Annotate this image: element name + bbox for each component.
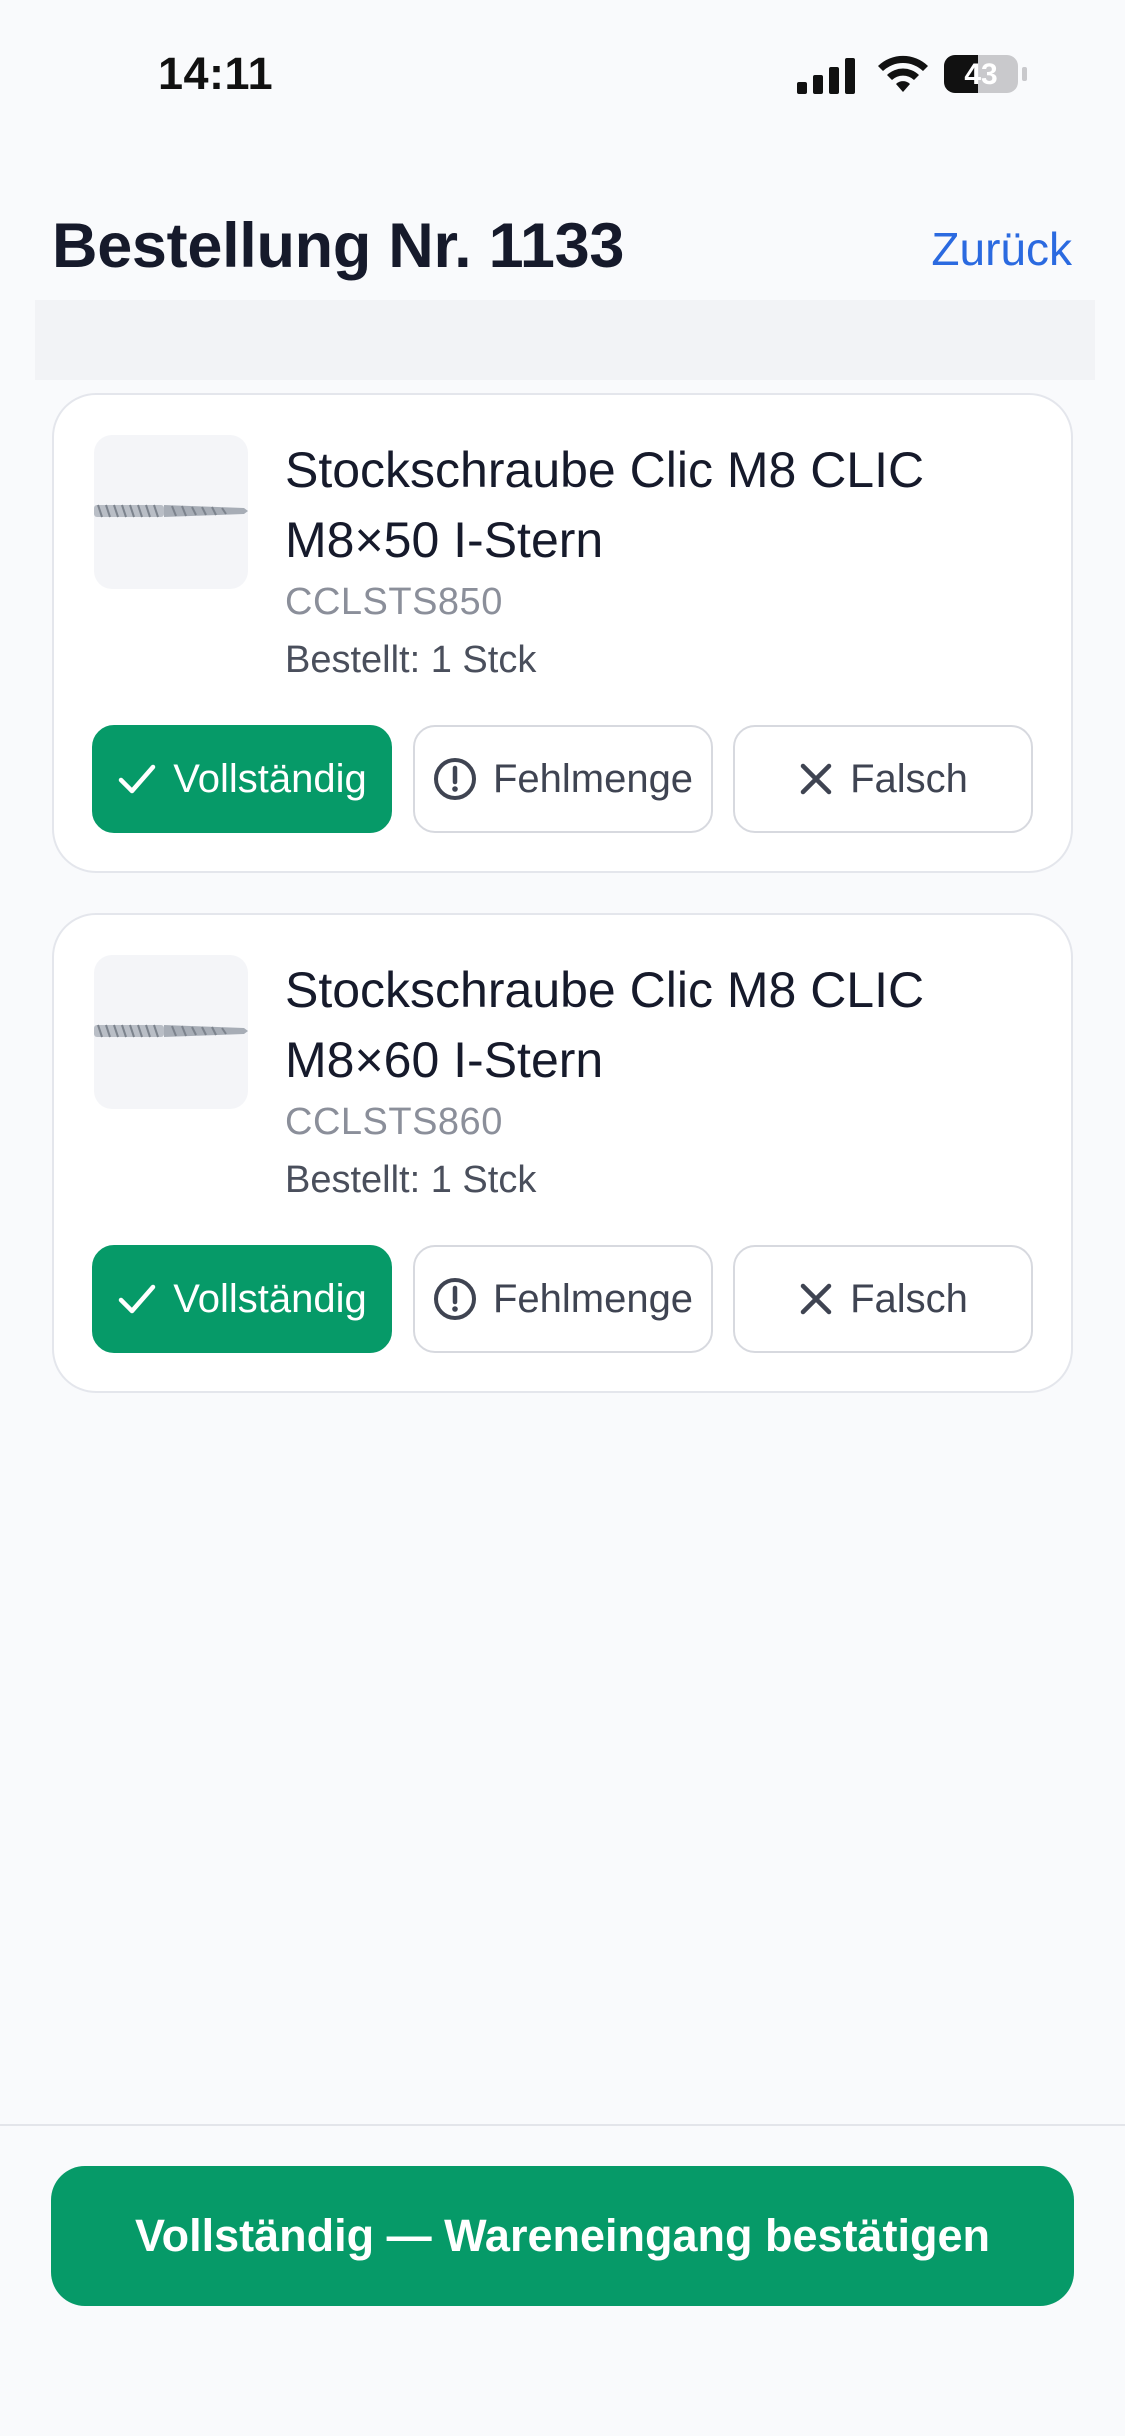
- wrong-button[interactable]: Falsch: [733, 1245, 1033, 1353]
- checkmark-icon: [119, 764, 156, 794]
- battery-icon: 43: [943, 54, 1029, 94]
- order-item-card: Stockschraube Clic M8 CLIC M8×50 I-Stern…: [52, 393, 1073, 873]
- shortage-button[interactable]: Fehlmenge: [413, 725, 713, 833]
- item-ordered-qty: Bestellt: 1 Stck: [285, 1159, 537, 1201]
- confirm-receipt-button[interactable]: Vollständig — Wareneingang bestätigen: [51, 2166, 1074, 2306]
- product-image: [94, 955, 248, 1109]
- item-name-line2: M8×60 I-Stern: [285, 1032, 604, 1088]
- complete-button[interactable]: Vollständig: [92, 725, 392, 833]
- close-icon: [800, 763, 832, 795]
- header-band: [35, 300, 1095, 380]
- cellular-signal-icon: [797, 58, 855, 94]
- item-name: Stockschraube Clic M8 CLIC M8×50 I-Stern: [285, 435, 1045, 575]
- wrong-button-label: Falsch: [850, 756, 968, 801]
- status-time: 14:11: [158, 48, 274, 99]
- close-icon: [800, 1283, 832, 1315]
- screw-image-icon: [94, 504, 248, 518]
- alert-circle-icon: [433, 1278, 476, 1320]
- screw-image-icon: [94, 1024, 248, 1038]
- complete-button-label: Vollständig: [173, 1276, 367, 1321]
- item-name: Stockschraube Clic M8 CLIC M8×60 I-Stern: [285, 955, 1045, 1095]
- wifi-icon: [878, 55, 928, 92]
- item-sku: CCLSTS850: [285, 581, 503, 623]
- back-button[interactable]: Zurück: [931, 222, 1072, 276]
- shortage-button-label: Fehlmenge: [492, 756, 694, 801]
- item-name-line2: M8×50 I-Stern: [285, 512, 604, 568]
- item-name-line1: Stockschraube Clic M8 CLIC: [285, 962, 925, 1018]
- wrong-button-label: Falsch: [850, 1276, 968, 1321]
- item-name-line1: Stockschraube Clic M8 CLIC: [285, 442, 925, 498]
- shortage-button-label: Fehlmenge: [492, 1276, 694, 1321]
- item-sku: CCLSTS860: [285, 1101, 503, 1143]
- complete-button-label: Vollständig: [173, 756, 367, 801]
- shortage-button[interactable]: Fehlmenge: [413, 1245, 713, 1353]
- wrong-button[interactable]: Falsch: [733, 725, 1033, 833]
- status-bar: 14:11 43: [0, 0, 1125, 150]
- complete-button[interactable]: Vollständig: [92, 1245, 392, 1353]
- item-ordered-qty: Bestellt: 1 Stck: [285, 639, 537, 681]
- footer: Vollständig — Wareneingang bestätigen: [0, 2126, 1125, 2436]
- page-title: Bestellung Nr. 1133: [52, 211, 625, 281]
- order-item-card: Stockschraube Clic M8 CLIC M8×60 I-Stern…: [52, 913, 1073, 1393]
- battery-level: 43: [964, 58, 998, 91]
- alert-circle-icon: [433, 758, 476, 800]
- checkmark-icon: [119, 1284, 156, 1314]
- product-image: [94, 435, 248, 589]
- header: Bestellung Nr. 1133 Zurück: [0, 180, 1125, 300]
- screen: 14:11 43 Bestellung Nr. 1133 Zurück Stoc…: [0, 0, 1125, 2436]
